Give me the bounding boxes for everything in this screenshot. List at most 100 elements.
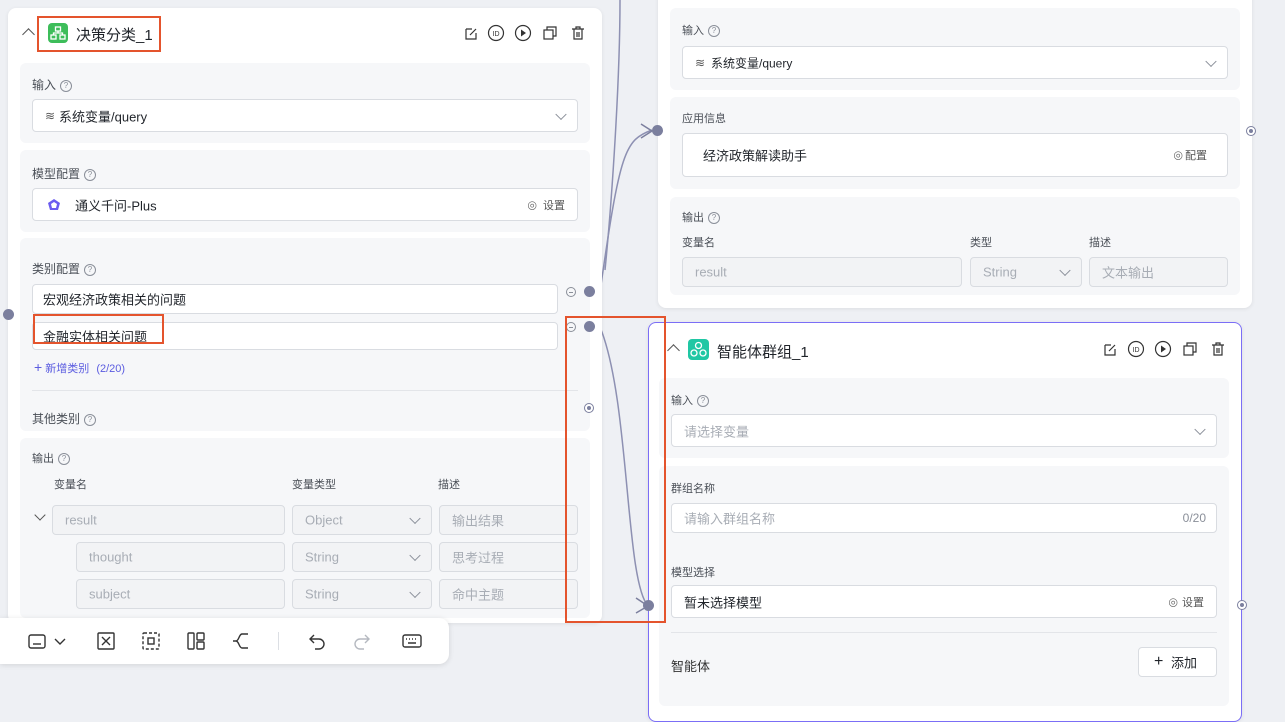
category-1-port[interactable] [584,286,595,297]
svg-text:ID: ID [1133,347,1140,354]
redo-icon[interactable] [351,630,373,652]
model-settings-link[interactable]: 设置 [543,197,565,213]
add-agent-label: 添加 [1171,655,1198,671]
input-value: 系统变量/query [711,56,793,70]
toolbar-divider [278,632,279,650]
layout-icon[interactable] [185,630,207,652]
plus-icon: + [34,359,43,375]
group-name-placeholder: 请输入群组名称 [684,511,776,527]
output-row-type: String [292,542,432,572]
input-port[interactable] [3,309,14,320]
chevron-down-icon [409,549,421,562]
category-label: 类别配置 [32,262,81,276]
chevron-down-icon [1205,55,1217,67]
category-input-1[interactable]: 宏观经济政策相关的问题 [32,284,558,314]
var-type: String [305,549,339,565]
model-select-field[interactable]: 暂未选择模型 ◎ 设置 [671,585,1217,618]
add-category-button[interactable]: + 新增类别 (2/20) [34,359,125,376]
col-header-type: 变量类型 [292,479,336,491]
expand-chevron-icon[interactable] [34,509,46,521]
app-node[interactable]: 输入? ≋ 系统变量/query 应用信息 经济政策解读助手 ◎ 配置 输出? … [658,0,1252,308]
copy-icon[interactable] [1182,341,1198,357]
input-select[interactable]: ≋ 系统变量/query [682,46,1228,79]
agent-group-node[interactable]: 智能体群组_1 ID 输入? 请选择变量 群组名称 请输入群组名称 0/20 模… [648,322,1242,722]
delete-icon[interactable] [570,25,586,41]
connector-style-icon[interactable] [230,630,252,652]
col-header-name: 变量名 [682,237,715,249]
variable-select[interactable]: 请选择变量 [671,414,1217,447]
highlight-category-2 [33,314,164,344]
edit-icon[interactable] [463,26,479,42]
undo-icon[interactable] [306,630,328,652]
output-row-name: thought [76,542,285,572]
output-row-name: result [682,257,962,287]
var-name: result [695,264,727,280]
model-select-value: 暂未选择模型 [684,595,763,610]
collapse-chevron-icon[interactable] [667,344,680,357]
app-info-field[interactable]: 经济政策解读助手 ◎ 配置 [682,133,1228,177]
settings-gear-icon[interactable]: ◎ [1168,595,1178,608]
copy-icon[interactable] [542,25,558,41]
var-desc: 输出结果 [452,513,505,529]
app-node-input-port[interactable] [652,125,663,136]
input-section: 输入? ≋ 系统变量/query [670,8,1240,90]
agents-label: 智能体 [671,659,711,674]
help-icon: ? [84,263,97,276]
app-info-section: 应用信息 经济政策解读助手 ◎ 配置 [670,97,1240,189]
var-desc: 思考过程 [452,550,505,566]
input-select[interactable]: ≋ 系统变量/query [32,99,578,132]
other-category-label: 其他类别 [32,412,81,426]
help-icon: ? [708,25,720,38]
help-icon: ? [58,453,70,466]
input-label: 输入 [32,78,57,92]
chevron-down-icon [409,586,421,599]
keyboard-icon[interactable] [401,630,423,652]
run-icon[interactable] [514,24,532,42]
input-value: 系统变量/query [59,109,148,124]
collapse-chevron-icon[interactable] [22,28,35,41]
col-header-desc: 描述 [438,479,460,491]
minimap-icon[interactable] [26,630,48,652]
help-icon: ? [697,395,709,408]
model-settings-link[interactable]: 设置 [1182,594,1204,610]
app-node-output-port[interactable] [1246,126,1256,136]
add-category-count: (2/20) [96,363,126,375]
app-config-link[interactable]: 配置 [1185,147,1207,163]
input-section: 输入? ≋ 系统变量/query [20,63,590,143]
group-name-input[interactable]: 请输入群组名称 0/20 [671,503,1217,533]
delete-icon[interactable] [1210,341,1226,357]
id-icon[interactable]: ID [1127,340,1145,358]
chevron-down-icon [409,512,421,525]
model-select-label: 模型选择 [671,567,715,579]
model-field[interactable]: 通义千问-Plus ◎ 设置 [32,188,578,221]
settings-gear-icon[interactable]: ◎ [1173,149,1183,162]
plus-icon: + [1154,653,1164,670]
variable-placeholder: 请选择变量 [684,424,750,439]
divider [32,390,578,391]
output-row-desc: 文本输出 [1089,257,1228,287]
output-section: 输出? 变量名 变量类型 描述 result Object 输出结果 thoug… [20,438,590,618]
add-agent-button[interactable]: + 添加 [1138,647,1217,677]
settings-gear-icon[interactable]: ◎ [527,198,537,211]
chevron-down-icon [1194,423,1206,435]
canvas-toolbar [0,618,449,664]
input-section: 输入? 请选择变量 [659,378,1229,458]
qwen-logo-icon [48,199,60,210]
run-icon[interactable] [1154,340,1172,358]
help-icon: ? [60,79,73,92]
select-area-icon[interactable] [140,630,162,652]
col-header-desc: 描述 [1089,237,1111,249]
chevron-down-icon[interactable] [52,630,68,652]
agent-group-output-port[interactable] [1237,600,1247,610]
col-header-type: 类型 [970,237,992,249]
highlight-node-title [37,16,161,52]
output-label: 输出 [32,453,54,465]
chevron-down-icon [555,108,567,120]
fit-view-icon[interactable] [95,630,117,652]
output-row-desc: 输出结果 [439,505,578,535]
var-desc: 命中主题 [452,587,505,603]
id-icon[interactable]: ID [487,24,505,42]
edit-icon[interactable] [1102,342,1118,358]
remove-category-1-icon[interactable] [566,287,576,297]
group-name-label: 群组名称 [671,483,715,495]
